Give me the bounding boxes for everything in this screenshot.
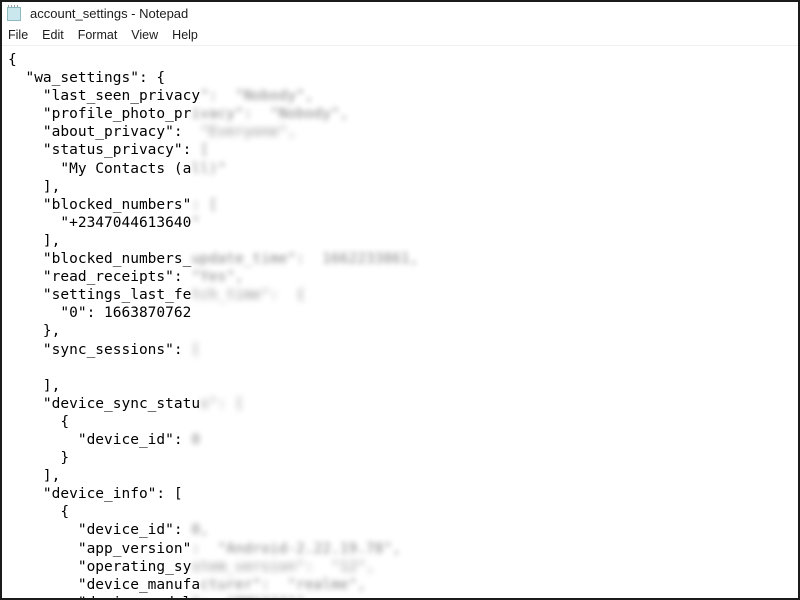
text-line-visible: "+2347044613640: [8, 214, 192, 231]
menu-item-file[interactable]: File: [8, 29, 35, 42]
text-line: {: [8, 413, 798, 431]
text-line-redacted: [: [200, 142, 209, 159]
text-line: "settings_last_fetch_time": {: [8, 286, 798, 304]
notepad-window: account_settings - Notepad File Edit For…: [0, 0, 800, 600]
text-line-visible: ],: [8, 468, 61, 485]
text-line: "0": 1663870762: [8, 304, 798, 322]
text-line: "operating_system_version": "12",: [8, 558, 798, 576]
text-line-redacted: ": [191, 214, 201, 231]
text-line-visible: "status_privacy":: [8, 142, 201, 159]
menu-item-edit[interactable]: Edit: [42, 29, 71, 42]
text-line-redacted: update_time": 1662233861,: [191, 251, 419, 268]
menu-item-view[interactable]: View: [131, 29, 165, 42]
text-line: "device_id": 0: [8, 431, 798, 449]
text-line: [8, 359, 798, 377]
text-line-visible: "operating_sy: [8, 558, 192, 575]
text-line-visible: ],: [8, 232, 61, 249]
text-line-redacted: s": [: [200, 395, 244, 412]
text-line: ],: [8, 232, 798, 250]
text-line-visible: "device_id":: [8, 431, 192, 448]
text-line-visible: "device_manufa: [8, 576, 201, 593]
text-line: "blocked_numbers": [: [8, 196, 798, 214]
text-line-visible: "settings_last_fe: [8, 287, 192, 304]
text-line-visible: "device_id":: [8, 522, 192, 539]
text-line-visible: "about_privacy":: [8, 124, 192, 141]
text-line: ],: [8, 467, 798, 485]
text-line: "blocked_numbers_update_time": 166223386…: [8, 250, 798, 268]
text-line: "device_model": "RMX3231": [8, 594, 798, 598]
text-line-visible: "device_sync_statu: [8, 395, 201, 412]
text-line-redacted: "Everyone",: [191, 124, 297, 141]
text-line: }: [8, 449, 798, 467]
text-line: "device_id": 0,: [8, 521, 798, 539]
text-line: "read_receipts": "Yes",: [8, 268, 798, 286]
text-line: "about_privacy": "Everyone",: [8, 123, 798, 141]
text-line-redacted: "Yes",: [191, 269, 244, 286]
title-bar: account_settings - Notepad: [2, 2, 798, 25]
text-line-visible: "0": 1663870762: [8, 305, 192, 322]
text-line: "device_sync_status": [: [8, 395, 798, 413]
text-line-redacted: ll)": [191, 160, 227, 177]
text-line-visible: "read_receipts":: [8, 269, 192, 286]
text-line-redacted: tch_time": {: [191, 287, 305, 304]
text-line-redacted: stem_version": "12",: [191, 558, 375, 575]
text-line-visible: }: [8, 450, 70, 467]
text-line-visible: "My Contacts (a: [8, 160, 192, 177]
text-line-visible: "app_version": [8, 540, 192, 557]
text-line-visible: ],: [8, 377, 61, 394]
text-line-visible: },: [8, 323, 61, 340]
text-line-redacted: ivacy": "Nobody",: [191, 106, 349, 123]
text-line-visible: "blocked_numbers": [8, 196, 192, 213]
text-line: "+2347044613640": [8, 214, 798, 232]
text-line-redacted: 0,: [191, 522, 209, 539]
text-line: "device_info": [: [8, 485, 798, 503]
menu-bar: File Edit Format View Help: [2, 25, 798, 45]
text-line: "device_manufacturer": "realme",: [8, 576, 798, 594]
text-line: },: [8, 322, 798, 340]
notepad-icon: [7, 5, 23, 22]
window-title: account_settings - Notepad: [30, 6, 189, 21]
text-line: "sync_sessions": [: [8, 341, 798, 359]
text-line-visible: {: [8, 504, 70, 521]
text-line: ],: [8, 377, 798, 395]
text-line-visible: ],: [8, 178, 61, 195]
text-line-visible: "blocked_numbers_: [8, 251, 192, 268]
text-line-visible: {: [8, 413, 70, 430]
text-editing-area[interactable]: { "wa_settings": { "last_seen_privacy": …: [2, 46, 798, 598]
text-line-visible: "wa_settings": {: [8, 70, 166, 87]
text-line-visible: "device_info": [: [8, 486, 183, 503]
text-line-visible: "profile_photo_pr: [8, 106, 192, 123]
text-line-visible: "device_model: [8, 595, 192, 598]
menu-item-format[interactable]: Format: [78, 29, 125, 42]
text-line-redacted: : [: [191, 196, 218, 213]
text-line-redacted: cturer": "realme",: [200, 576, 366, 593]
menu-item-help[interactable]: Help: [172, 29, 205, 42]
text-line-redacted: ": "RMX3231": [191, 595, 305, 598]
text-line: "profile_photo_privacy": "Nobody",: [8, 105, 798, 123]
text-line-redacted: : "Android-2.22.19.78",: [191, 540, 401, 557]
text-line-visible: {: [8, 52, 17, 68]
text-line: "app_version": "Android-2.22.19.78",: [8, 540, 798, 558]
text-line: "last_seen_privacy": "Nobody",: [8, 87, 798, 105]
text-line: "My Contacts (all)": [8, 160, 798, 178]
text-line: ],: [8, 178, 798, 196]
text-line-visible: "sync_sessions":: [8, 341, 192, 358]
text-line-redacted: [: [191, 341, 201, 358]
text-line: "status_privacy": [: [8, 141, 798, 159]
text-line-redacted: 0: [191, 431, 201, 448]
text-line: "wa_settings": {: [8, 69, 798, 87]
text-line-redacted: ": "Nobody",: [200, 88, 314, 105]
text-line: {: [8, 51, 798, 69]
text-line: {: [8, 503, 798, 521]
text-line-visible: "last_seen_privacy: [8, 88, 201, 105]
